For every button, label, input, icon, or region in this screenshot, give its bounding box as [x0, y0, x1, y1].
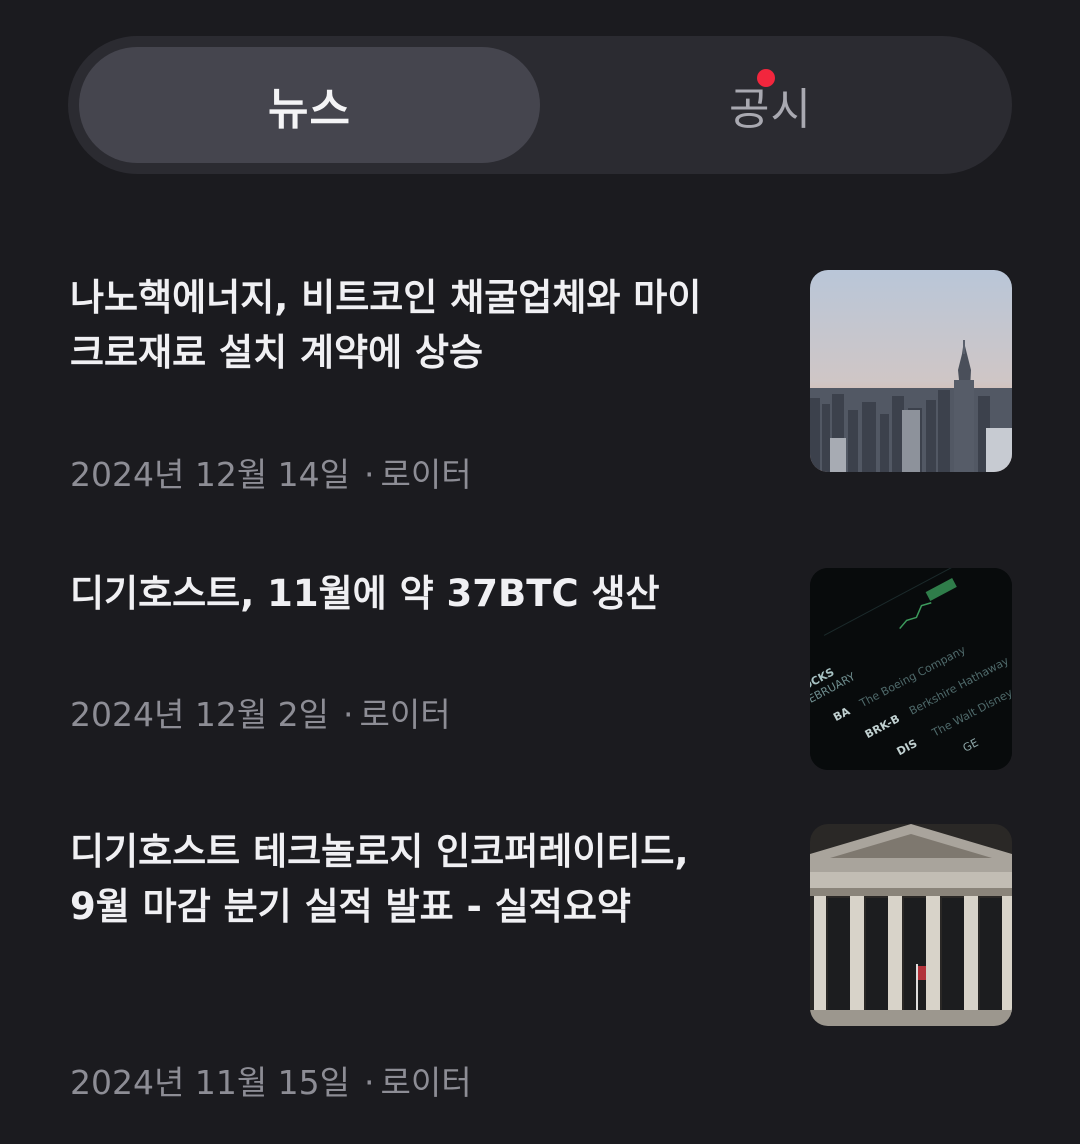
tab-news-label: 뉴스: [268, 84, 351, 135]
news-item[interactable]: 나노핵에너지, 비트코인 채굴업체와 마이크로재료 설치 계약에 상승 2024…: [70, 270, 1012, 494]
tab-disclosure[interactable]: 공시: [540, 47, 1001, 163]
news-date: 2024년 12월 14일: [70, 455, 351, 494]
news-title: 디기호스트, 11월에 약 37BTC 생산: [70, 572, 660, 615]
tab-news[interactable]: 뉴스: [79, 47, 540, 163]
stock-exchange-thumbnail: [810, 824, 1012, 1026]
news-meta: 2024년 12월 2일 · 로이터: [70, 688, 451, 736]
news-date: 2024년 11월 15일: [70, 1063, 351, 1102]
news-title: 나노핵에너지, 비트코인 채굴업체와 마이크로재료 설치 계약에 상승: [70, 276, 702, 374]
news-title: 디기호스트 테크놀로지 인코퍼레이티드, 9월 마감 분기 실적 발표 - 실적…: [70, 830, 689, 928]
news-disclosure-segmented-control: 뉴스 공시: [68, 36, 1012, 174]
meta-separator: ·: [364, 455, 375, 494]
new-notification-dot: [757, 69, 775, 87]
news-meta: 2024년 12월 14일 · 로이터: [70, 448, 472, 496]
news-meta: 2024년 11월 15일 · 로이터: [70, 1056, 472, 1104]
city-skyline-thumbnail: [810, 270, 1012, 472]
meta-separator: ·: [343, 695, 354, 734]
news-date: 2024년 12월 2일: [70, 695, 330, 734]
news-item[interactable]: 디기호스트 테크놀로지 인코퍼레이티드, 9월 마감 분기 실적 발표 - 실적…: [70, 824, 1012, 1104]
meta-separator: ·: [364, 1063, 375, 1102]
news-item[interactable]: 디기호스트, 11월에 약 37BTC 생산 2024년 12월 2일 · 로이터 …: [70, 568, 1012, 770]
news-source: 로이터: [380, 1063, 472, 1102]
stock-ticker-thumbnail: TOCKS FEBRUARY BA The Boeing Company BRK…: [810, 568, 1012, 770]
news-source: 로이터: [380, 455, 472, 494]
news-source: 로이터: [359, 695, 451, 734]
